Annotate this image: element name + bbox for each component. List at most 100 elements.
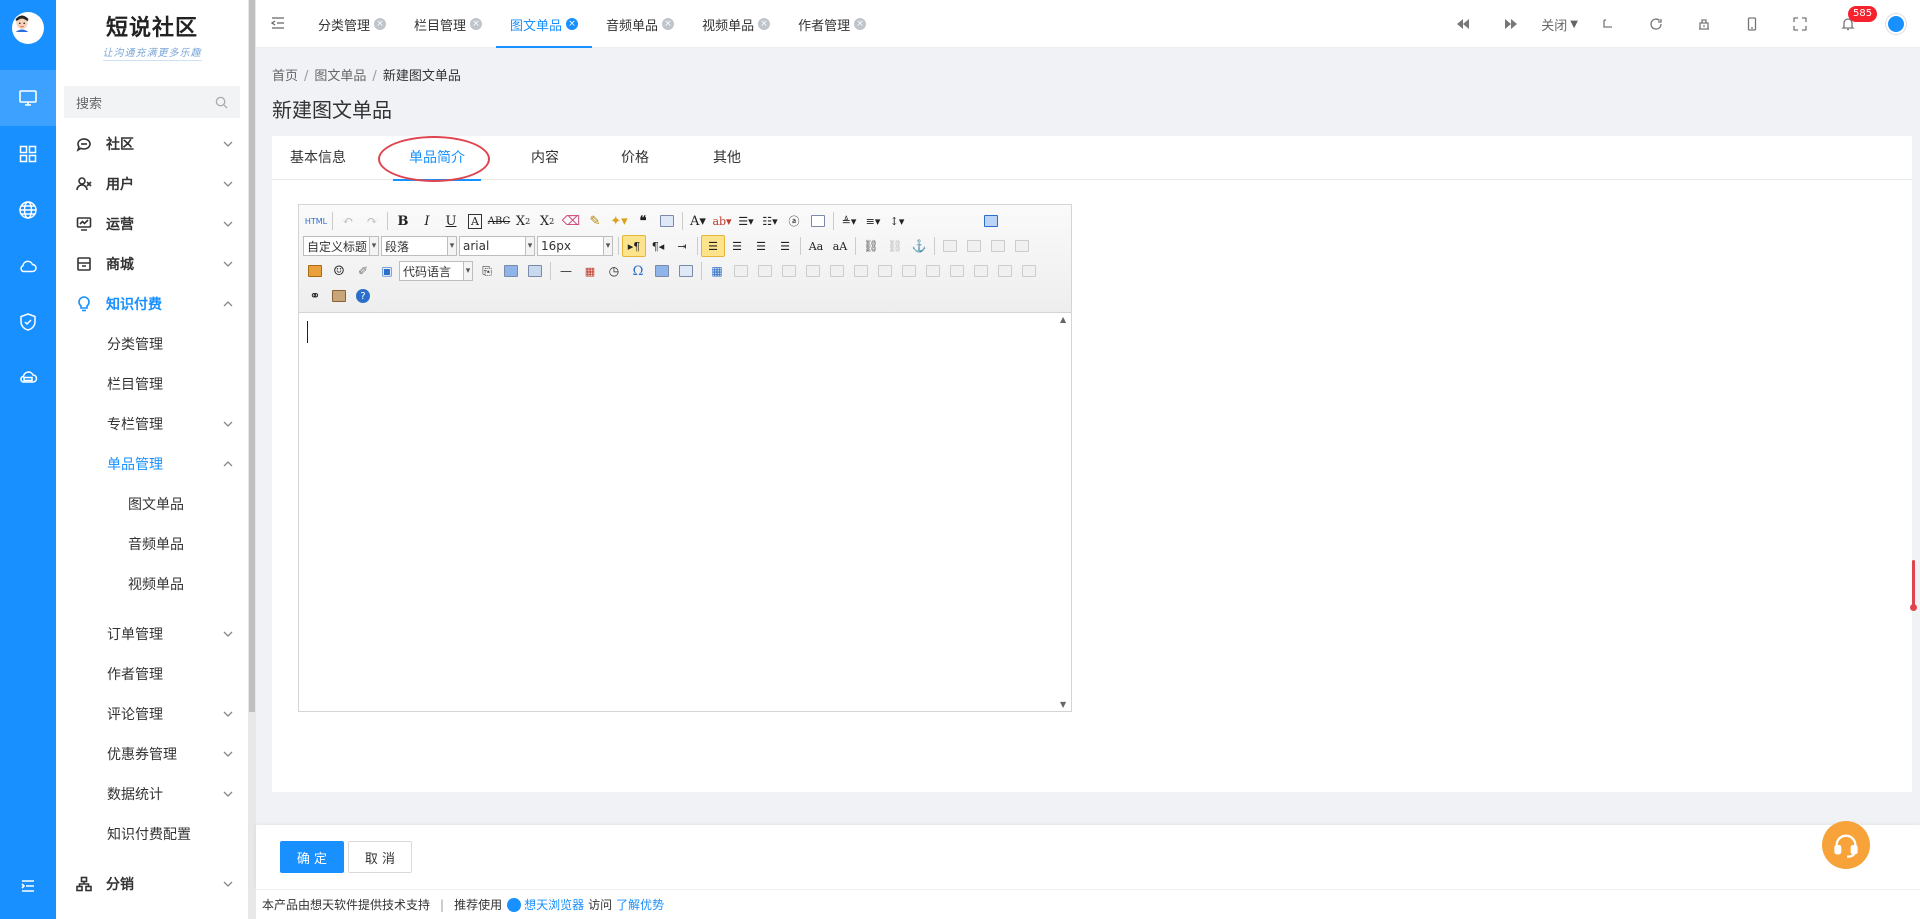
sidebar-item-zhishi[interactable]: 知识付费 bbox=[56, 284, 248, 324]
back-button[interactable] bbox=[1584, 0, 1632, 48]
footer-browser-link[interactable]: 想天浏览器 bbox=[524, 896, 584, 913]
paragraph-select[interactable]: 段落 bbox=[381, 236, 457, 256]
unlink-icon[interactable]: ⛓ bbox=[883, 235, 907, 257]
delete-table-icon[interactable] bbox=[729, 260, 753, 282]
align-right-icon[interactable]: ☰ bbox=[749, 235, 773, 257]
rail-apps-icon[interactable] bbox=[0, 126, 56, 182]
insert-row-icon[interactable] bbox=[777, 260, 801, 282]
merge-cells-icon[interactable] bbox=[873, 260, 897, 282]
form-tab-basic[interactable]: 基本信息 bbox=[288, 136, 348, 180]
preview-icon[interactable] bbox=[979, 210, 1003, 232]
refresh-button[interactable] bbox=[1632, 0, 1680, 48]
scroll-down-icon[interactable]: ▼ bbox=[1060, 700, 1066, 709]
customer-support-button[interactable] bbox=[1822, 821, 1870, 869]
date-icon[interactable]: ▦ bbox=[578, 260, 602, 282]
tab-fenlei[interactable]: 分类管理 × bbox=[304, 0, 400, 48]
merge-right-icon[interactable] bbox=[897, 260, 921, 282]
find-replace-icon[interactable]: ⚭ bbox=[303, 285, 327, 307]
scroll-up-icon[interactable]: ▲ bbox=[1060, 315, 1066, 324]
user-avatar[interactable] bbox=[12, 12, 44, 44]
time-icon[interactable]: ◷ bbox=[602, 260, 626, 282]
redo-icon[interactable]: ↷ bbox=[360, 210, 384, 232]
sidebar-item-dingdan[interactable]: 订单管理 bbox=[56, 614, 248, 654]
sidebar-item-danpin[interactable]: 单品管理 bbox=[56, 444, 248, 484]
rail-shield-icon[interactable] bbox=[0, 294, 56, 350]
template-icon[interactable] bbox=[523, 260, 547, 282]
insert-col-icon[interactable] bbox=[825, 260, 849, 282]
prev-tab-button[interactable] bbox=[1439, 0, 1487, 48]
fullscreen-button[interactable] bbox=[1776, 0, 1824, 48]
font-size-select[interactable]: 16px bbox=[537, 236, 613, 256]
form-tab-price[interactable]: 价格 bbox=[613, 136, 657, 180]
image-right-icon[interactable] bbox=[986, 235, 1010, 257]
undo-icon[interactable]: ↶ bbox=[336, 210, 360, 232]
tab-shipin[interactable]: 视频单品 × bbox=[688, 0, 784, 48]
row-spacing-bottom-icon[interactable]: ≡▾ bbox=[861, 210, 885, 232]
sidebar-item-yonghu[interactable]: 用户 bbox=[56, 164, 248, 204]
sidebar-item-fenxiao[interactable]: 分销 bbox=[56, 864, 248, 904]
font-border-icon[interactable]: A bbox=[463, 210, 487, 232]
notification-button[interactable]: 585 bbox=[1824, 0, 1878, 48]
tab-lanmu[interactable]: 栏目管理 × bbox=[400, 0, 496, 48]
format-brush-icon[interactable]: ✎ bbox=[583, 210, 607, 232]
form-tab-content[interactable]: 内容 bbox=[523, 136, 567, 180]
heading-style-select[interactable]: 自定义标题 bbox=[303, 236, 379, 256]
rail-cloud-icon[interactable] bbox=[0, 238, 56, 294]
code-language-select[interactable]: 代码语言 bbox=[399, 261, 473, 281]
close-icon[interactable]: × bbox=[854, 18, 867, 30]
line-height-icon[interactable]: ↕▾ bbox=[885, 210, 909, 232]
superscript-icon[interactable]: X2 bbox=[511, 210, 535, 232]
sidebar-item-lanmu[interactable]: 栏目管理 bbox=[56, 364, 248, 404]
sidebar-item-peizhi[interactable]: 知识付费配置 bbox=[56, 814, 248, 854]
sidebar-item-fenlei[interactable]: 分类管理 bbox=[56, 324, 248, 364]
sidebar-item-tuwen[interactable]: 图文单品 bbox=[56, 484, 248, 524]
unordered-list-icon[interactable]: ☷▾ bbox=[758, 210, 782, 232]
insert-para-before-table-icon[interactable] bbox=[753, 260, 777, 282]
sidebar-item-shuju[interactable]: 数据统计 bbox=[56, 774, 248, 814]
form-tab-other[interactable]: 其他 bbox=[705, 136, 749, 180]
background-icon[interactable] bbox=[674, 260, 698, 282]
rail-globe-icon[interactable] bbox=[0, 182, 56, 238]
auto-format-icon[interactable]: ✦▾ bbox=[607, 210, 631, 232]
print-icon[interactable] bbox=[327, 285, 351, 307]
split-cells-icon[interactable] bbox=[945, 260, 969, 282]
insert-image-icon[interactable] bbox=[303, 260, 327, 282]
emotion-icon[interactable]: ☺ bbox=[327, 260, 351, 282]
tab-yinpin[interactable]: 音频单品 × bbox=[592, 0, 688, 48]
help-icon[interactable]: ? bbox=[351, 285, 375, 307]
rail-monitor-icon[interactable] bbox=[0, 70, 56, 126]
close-icon[interactable]: × bbox=[470, 18, 483, 30]
lowercase-icon[interactable]: aA bbox=[828, 235, 852, 257]
blockquote-icon[interactable]: ❝ bbox=[631, 210, 655, 232]
align-left-icon[interactable]: ☰ bbox=[701, 235, 725, 257]
account-avatar[interactable] bbox=[1872, 0, 1920, 48]
sidebar-item-zhuanlan[interactable]: 专栏管理 bbox=[56, 404, 248, 444]
sidebar-search[interactable]: 搜索 bbox=[64, 86, 240, 118]
italic-icon[interactable]: I bbox=[415, 210, 439, 232]
split-cols-icon[interactable] bbox=[993, 260, 1017, 282]
indent-icon[interactable]: ⇥ bbox=[670, 235, 694, 257]
image-none-icon[interactable] bbox=[938, 235, 962, 257]
anchor-icon[interactable]: ⚓ bbox=[907, 235, 931, 257]
next-tab-button[interactable] bbox=[1487, 0, 1535, 48]
delete-row-icon[interactable] bbox=[801, 260, 825, 282]
sidebar-item-shangcheng[interactable]: 商城 bbox=[56, 244, 248, 284]
close-dropdown[interactable]: 关闭 ▼ bbox=[1535, 0, 1584, 48]
special-chars-icon[interactable]: Ω bbox=[626, 260, 650, 282]
align-justify-icon[interactable]: ☰ bbox=[773, 235, 797, 257]
highlight-color-icon[interactable]: ab▾ bbox=[710, 210, 734, 232]
rtl-direction-icon[interactable]: ¶◂ bbox=[646, 235, 670, 257]
split-rows-icon[interactable] bbox=[969, 260, 993, 282]
page-break-icon[interactable]: ⎘ bbox=[475, 260, 499, 282]
bold-icon[interactable]: B bbox=[391, 210, 415, 232]
sidebar-scrollbar[interactable] bbox=[248, 0, 256, 919]
merge-down-icon[interactable] bbox=[921, 260, 945, 282]
fold-menu-icon[interactable] bbox=[270, 15, 286, 31]
editor-scrollbar[interactable]: ▲ ▼ bbox=[1057, 313, 1071, 711]
insert-frame-icon[interactable] bbox=[499, 260, 523, 282]
underline-icon[interactable]: U bbox=[439, 210, 463, 232]
link-icon[interactable]: ⛓ bbox=[859, 235, 883, 257]
sidebar-item-pinglun[interactable]: 评论管理 bbox=[56, 694, 248, 734]
sidebar-item-yunying[interactable]: 运营 bbox=[56, 204, 248, 244]
confirm-button[interactable]: 确 定 bbox=[280, 841, 344, 873]
